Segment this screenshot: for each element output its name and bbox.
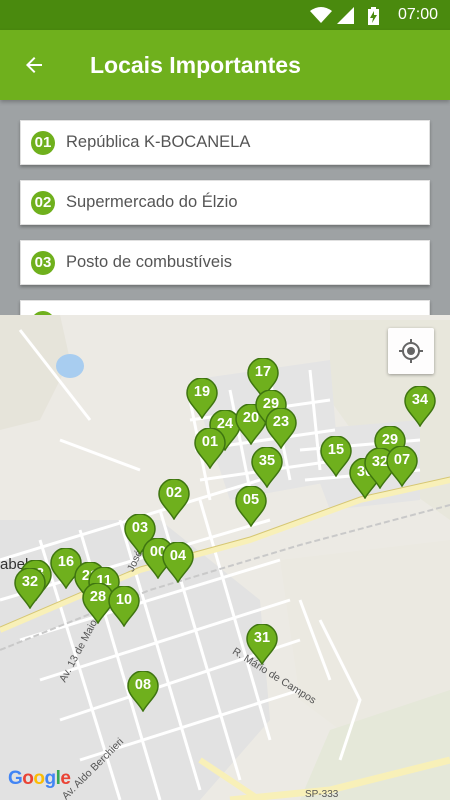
map-marker[interactable]: 08 xyxy=(127,671,159,712)
map-marker[interactable]: 31 xyxy=(246,624,278,665)
wifi-icon xyxy=(310,7,332,23)
map-marker-label: 15 xyxy=(327,442,345,458)
map-marker-label: 19 xyxy=(193,384,211,400)
status-time: 07:00 xyxy=(397,6,438,23)
map-marker[interactable]: 32 xyxy=(14,568,46,609)
map-marker[interactable]: 04 xyxy=(162,542,194,583)
battery-charging-icon xyxy=(368,7,379,25)
map-marker[interactable]: 02 xyxy=(158,479,190,520)
road-label: SP-333 xyxy=(305,789,339,800)
map-marker[interactable]: 35 xyxy=(251,447,283,488)
map-marker-label: 02 xyxy=(165,485,183,501)
map-marker-label: 31 xyxy=(253,630,271,646)
crosshair-icon xyxy=(399,339,423,363)
map-marker-label: 03 xyxy=(131,520,149,536)
map-marker[interactable]: 23 xyxy=(265,408,297,449)
map-marker-label: 05 xyxy=(242,492,260,508)
arrow-left-icon xyxy=(26,57,42,73)
google-logo: Google xyxy=(8,768,71,789)
my-location-button[interactable] xyxy=(388,328,434,374)
signal-icon xyxy=(337,7,354,24)
map-marker[interactable]: 10 xyxy=(108,586,140,627)
page-title: Locais Importantes xyxy=(90,52,301,78)
map-marker-label: 23 xyxy=(272,414,290,430)
location-name: República K-BOCANELA xyxy=(66,133,251,151)
map-marker-label: 01 xyxy=(201,434,219,450)
map-marker[interactable]: 34 xyxy=(404,386,436,427)
map-marker-label: 32 xyxy=(21,574,39,590)
map-marker[interactable]: 07 xyxy=(386,446,418,487)
list-item[interactable] xyxy=(20,300,430,315)
map-marker-label: 34 xyxy=(411,392,429,408)
location-name: Posto de combustíveis xyxy=(66,253,232,271)
map-marker-label: 17 xyxy=(254,364,272,380)
location-number-badge: 03 xyxy=(31,250,55,275)
map-marker-label: 08 xyxy=(134,677,152,693)
map-marker[interactable]: 05 xyxy=(235,486,267,527)
location-number-badge: 01 xyxy=(31,130,55,155)
list-item[interactable]: 01 República K-BOCANELA xyxy=(20,120,430,165)
location-name: Supermercado do Élzio xyxy=(66,193,238,211)
list-item[interactable]: 03 Posto de combustíveis xyxy=(20,240,430,285)
map-marker-label: 07 xyxy=(393,452,411,468)
map-marker-label: 10 xyxy=(115,592,133,608)
map-marker-label: 04 xyxy=(169,548,187,564)
map-marker[interactable]: 01 xyxy=(194,428,226,469)
back-button[interactable] xyxy=(14,47,54,83)
locations-list: 01 República K-BOCANELA 02 Supermercado … xyxy=(0,100,450,315)
list-item[interactable]: 02 Supermercado do Élzio xyxy=(20,180,430,225)
location-number-badge: 02 xyxy=(31,190,55,215)
map-marker[interactable]: 15 xyxy=(320,436,352,477)
app-bar: Locais Importantes xyxy=(0,30,450,100)
map-marker-label: 35 xyxy=(258,453,276,469)
status-bar: 07:00 xyxy=(0,0,450,30)
